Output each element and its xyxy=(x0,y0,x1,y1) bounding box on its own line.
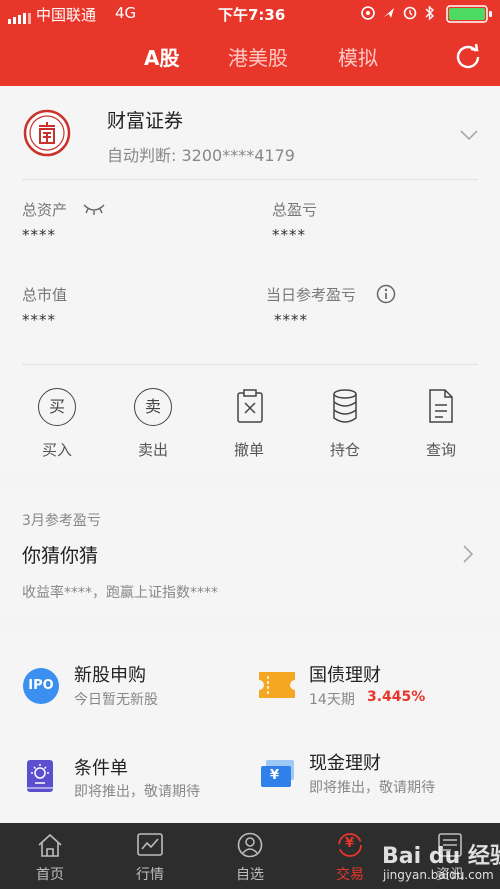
total-assets-value: **** xyxy=(22,226,56,244)
query-button[interactable]: 查询 xyxy=(411,439,471,460)
bond-ticket-icon[interactable] xyxy=(259,672,295,698)
tab-hk-us-shares[interactable]: 港美股 xyxy=(228,42,288,71)
account-number: 自动判断: 3200****4179 xyxy=(107,146,295,165)
sell-button[interactable]: 卖出 xyxy=(123,439,183,460)
cash-finance-icon-symbol: ¥ xyxy=(270,768,280,783)
monthly-pl-title: 你猜你猜 xyxy=(22,545,99,567)
signal-icon xyxy=(8,9,34,24)
home-icon[interactable] xyxy=(37,832,63,858)
condition-order-icon[interactable] xyxy=(25,760,55,794)
total-pl-label: 总盈亏 xyxy=(272,201,318,219)
broker-name: 财富证券 xyxy=(107,110,184,132)
battery-icon xyxy=(446,5,494,23)
cash-finance-sub: 即将推出，敬请期待 xyxy=(309,780,435,796)
market-chart-icon[interactable] xyxy=(137,832,163,858)
eye-closed-icon[interactable] xyxy=(82,201,106,215)
market-value-label: 总市值 xyxy=(22,286,68,304)
total-pl-value: **** xyxy=(272,226,306,244)
ipo-subscribe-sub: 今日暂无新股 xyxy=(74,692,158,708)
info-icon[interactable] xyxy=(376,284,396,304)
watchlist-user-icon[interactable] xyxy=(237,832,263,858)
sell-icon[interactable]: 卖 xyxy=(134,388,172,426)
monthly-pl-header: 3月参考盈亏 xyxy=(22,513,101,529)
chevron-right-icon[interactable] xyxy=(462,544,474,564)
carrier-label: 中国联通 xyxy=(36,6,97,24)
daily-pl-value: **** xyxy=(274,311,308,329)
tab-a-shares[interactable]: A股 xyxy=(144,42,179,71)
broker-logo xyxy=(23,109,71,157)
watermark-logo: Bai du 经验 xyxy=(382,844,500,869)
trade-yen-symbol: ¥ xyxy=(345,836,355,851)
cancel-order-button[interactable]: 撤单 xyxy=(219,439,279,460)
total-assets-label: 总资产 xyxy=(22,201,68,219)
network-label: 4G xyxy=(115,4,137,22)
tab-watchlist[interactable]: 自选 xyxy=(220,864,280,884)
cash-finance-title[interactable]: 现金理财 xyxy=(309,749,381,775)
tab-trade[interactable]: 交易 xyxy=(320,864,380,884)
daily-pl-label: 当日参考盈亏 xyxy=(266,286,357,304)
condition-order-title[interactable]: 条件单 xyxy=(74,754,128,780)
buy-button[interactable]: 买入 xyxy=(27,439,87,460)
chevron-down-icon[interactable] xyxy=(460,126,478,141)
holdings-button[interactable]: 持仓 xyxy=(315,439,375,460)
monthly-pl-desc: 收益率****，跑赢上证指数**** xyxy=(22,585,218,601)
market-value-value: **** xyxy=(22,311,56,329)
divider xyxy=(22,179,478,180)
holdings-icon[interactable] xyxy=(331,388,359,424)
tab-simulation[interactable]: 模拟 xyxy=(338,42,378,71)
query-icon[interactable] xyxy=(428,388,454,424)
status-time: 下午7:36 xyxy=(218,6,286,24)
tab-market[interactable]: 行情 xyxy=(120,864,180,884)
treasury-finance-term: 14天期 xyxy=(309,692,355,708)
ipo-subscribe-title[interactable]: 新股申购 xyxy=(74,661,146,687)
divider xyxy=(22,364,478,365)
tab-home[interactable]: 首页 xyxy=(20,864,80,884)
treasury-finance-rate: 3.445% xyxy=(367,689,426,705)
refresh-icon[interactable] xyxy=(454,42,482,70)
status-icons xyxy=(360,5,444,21)
trade-yen-icon[interactable]: ¥ xyxy=(337,832,363,858)
app-header: 中国联通 4G 下午7:36 A股 港美股 模拟 xyxy=(0,0,500,86)
buy-icon[interactable]: 买 xyxy=(38,388,76,426)
ipo-icon[interactable]: IPO xyxy=(23,668,59,704)
watermark-url: jingyan.baidu.com xyxy=(383,868,494,882)
cancel-order-icon[interactable] xyxy=(236,388,264,424)
condition-order-sub: 即将推出，敬请期待 xyxy=(74,784,200,800)
cash-finance-icon[interactable]: ¥ xyxy=(260,760,296,788)
treasury-finance-title[interactable]: 国债理财 xyxy=(309,661,381,687)
